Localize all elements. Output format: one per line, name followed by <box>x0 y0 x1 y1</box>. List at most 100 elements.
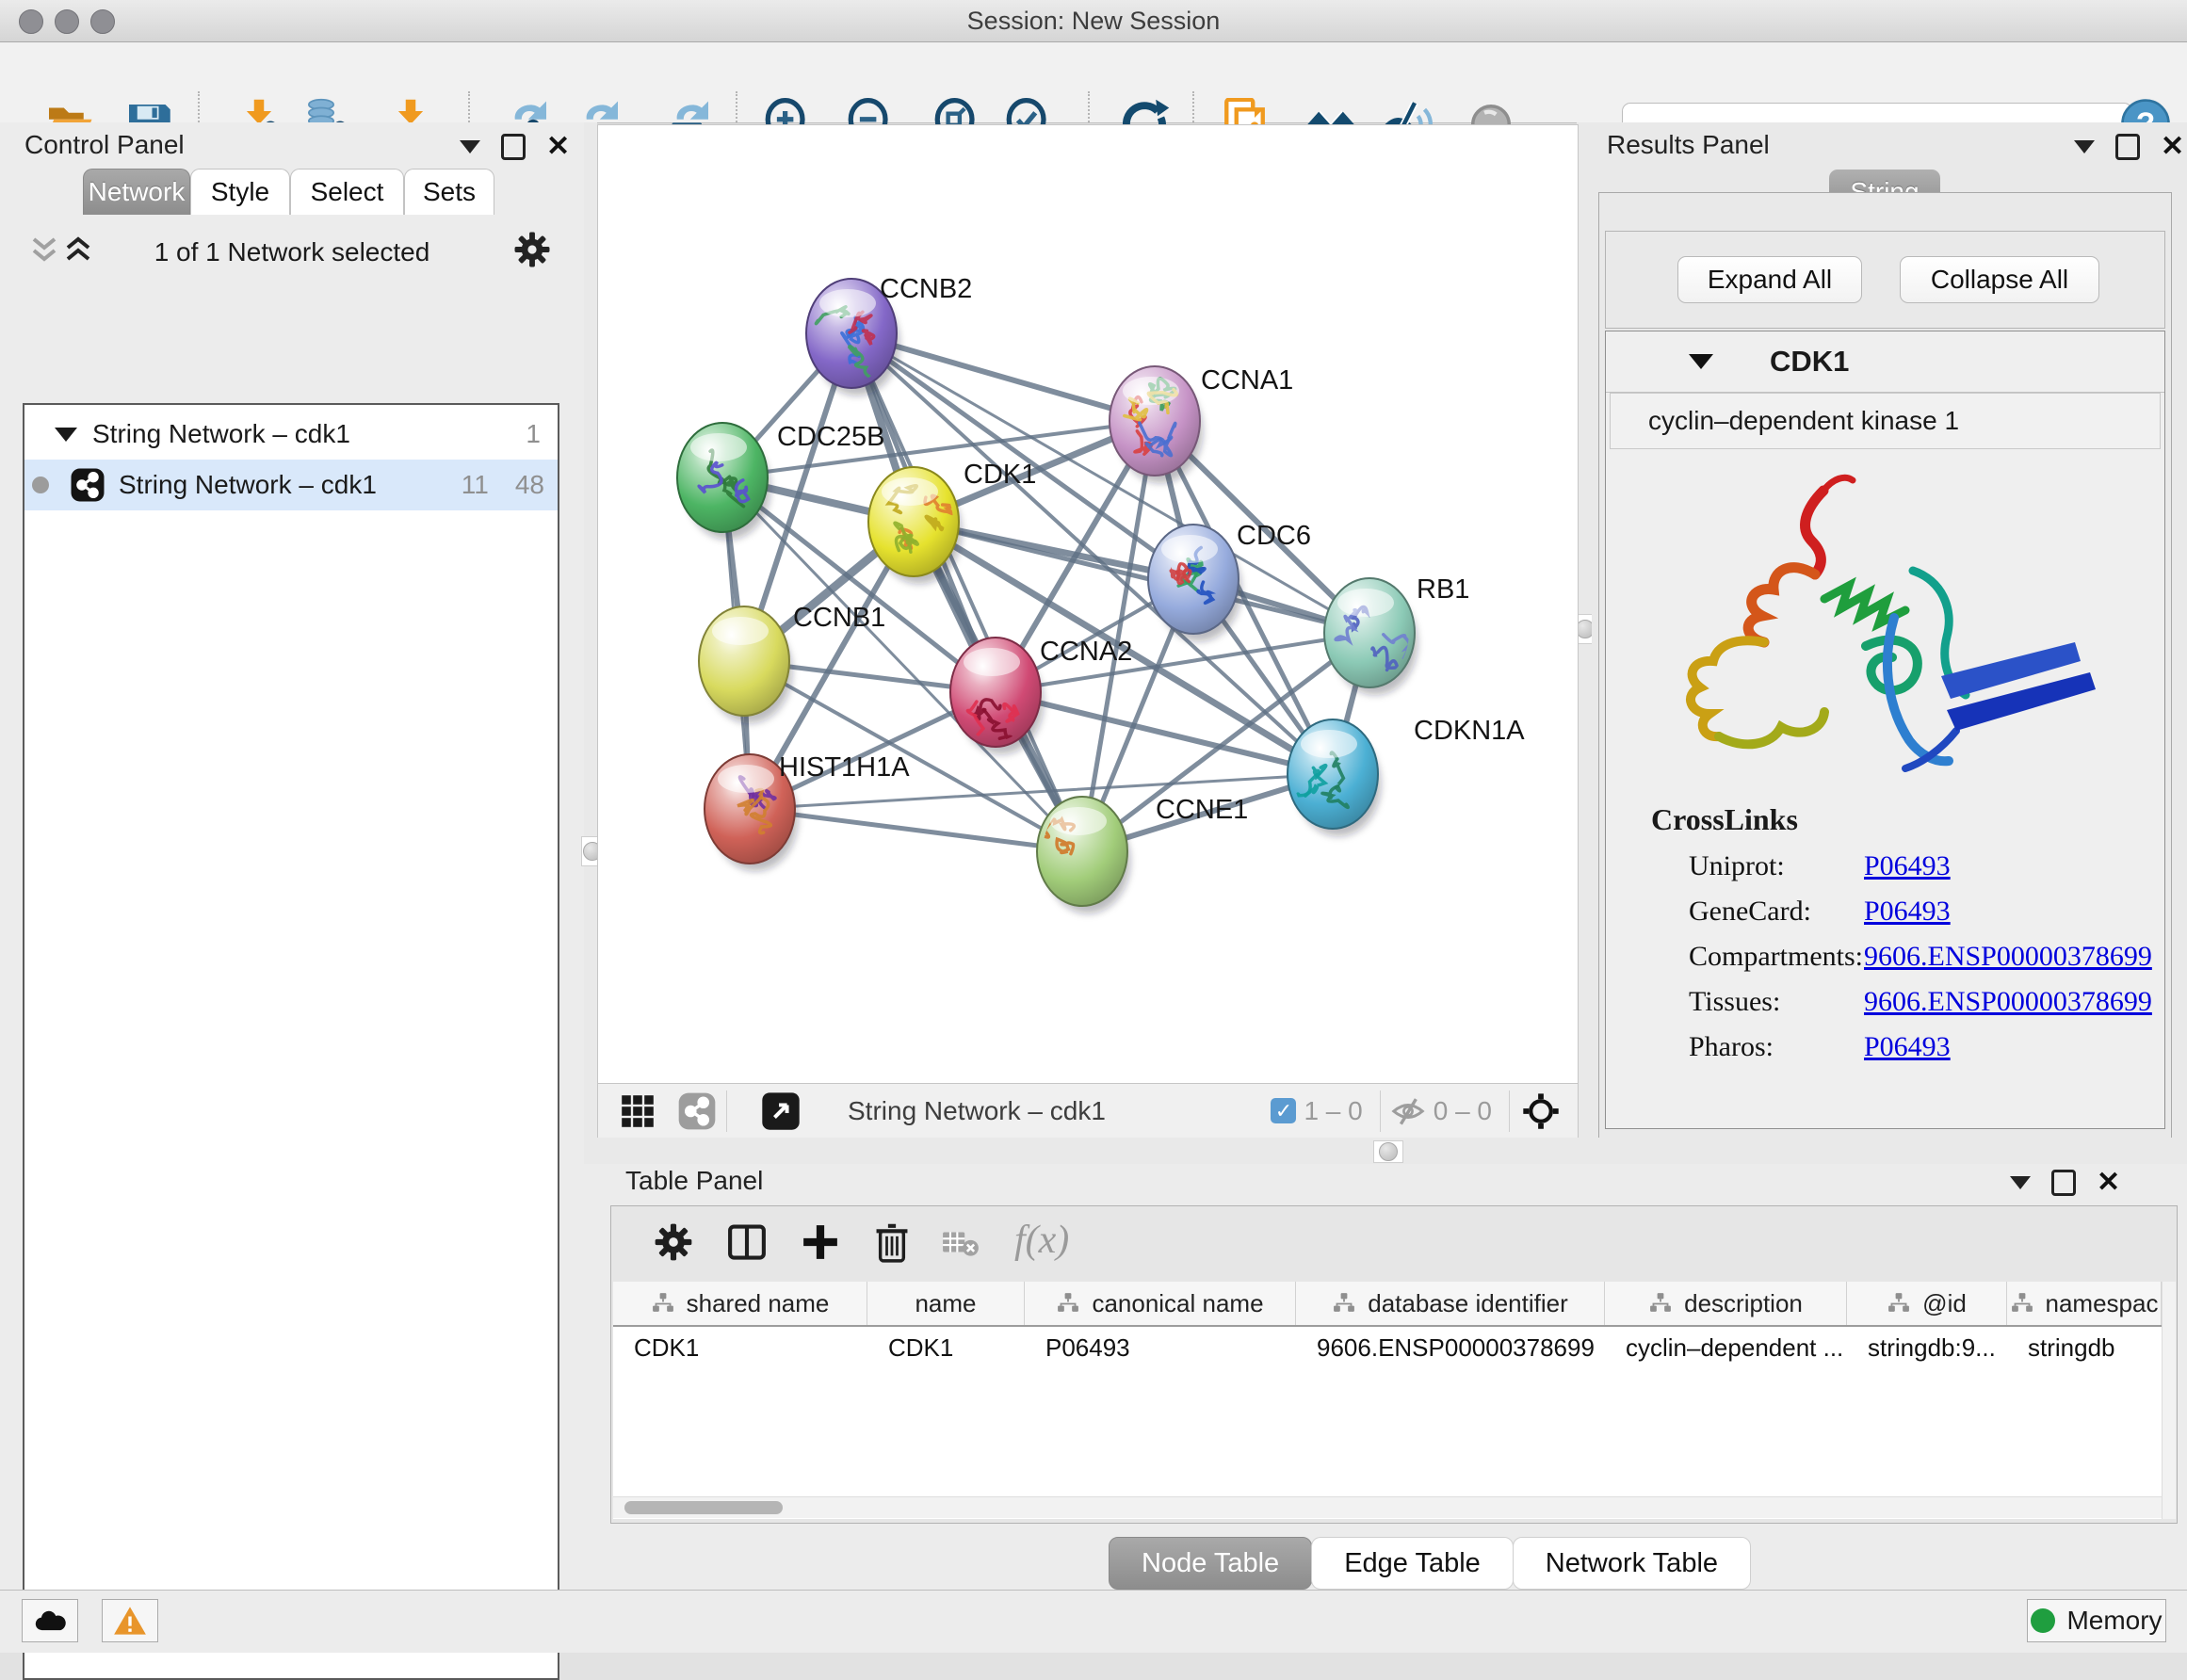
node-label: CCNB1 <box>793 603 885 633</box>
table-cell[interactable]: 9606.ENSP00000378699 <box>1296 1333 1605 1363</box>
main-toolbar: ? <box>0 42 2187 123</box>
node-count: 11 <box>462 470 489 500</box>
memory-label: Memory <box>2066 1606 2162 1636</box>
column-type-icon <box>1648 1291 1673 1316</box>
warnings-button[interactable] <box>102 1599 158 1642</box>
network-node-CDK1[interactable]: CDK1 <box>868 460 1036 584</box>
crosslink-row: Compartments:9606.ENSP00000378699 <box>1689 941 2164 973</box>
crosslink-label: GeneCard: <box>1689 896 1864 928</box>
control-panel-close-icon[interactable]: ✕ <box>546 137 570 157</box>
network-edge[interactable] <box>750 809 1082 851</box>
node-label: CCNB2 <box>880 274 972 304</box>
cloud-button[interactable] <box>22 1599 78 1642</box>
memory-button[interactable]: Memory <box>2027 1599 2166 1642</box>
network-node-CCNB2[interactable]: CCNB2 <box>806 274 972 396</box>
crosslink-link[interactable]: P06493 <box>1864 1031 1951 1063</box>
control-tab-select[interactable]: Select <box>290 169 404 215</box>
table-panel-title: Table Panel <box>625 1166 763 1196</box>
node-label: RB1 <box>1417 574 1469 605</box>
birds-eye-view-icon[interactable] <box>619 1092 656 1130</box>
node-label: CDC6 <box>1237 521 1311 551</box>
crosslink-link[interactable]: P06493 <box>1864 896 1951 928</box>
expand-all-button[interactable]: Expand All <box>1677 256 1862 303</box>
collapse-all-button[interactable]: Collapse All <box>1900 256 2099 303</box>
column-header-database-identifier[interactable]: database identifier <box>1296 1282 1605 1325</box>
network-node-CDKN1A[interactable]: CDKN1A <box>1288 716 1525 836</box>
table-panel-float-icon[interactable] <box>2051 1170 2076 1196</box>
table-tab-node-table[interactable]: Node Table <box>1109 1537 1312 1590</box>
string-app-icon <box>70 467 105 503</box>
node-label: CCNA2 <box>1040 637 1132 667</box>
hidden-counter: 0 – 0 <box>1434 1096 1492 1126</box>
status-bar: Memory <box>0 1590 2187 1653</box>
cdk1-expander-icon[interactable] <box>1689 354 1713 369</box>
control-tab-network[interactable]: Network <box>83 169 190 215</box>
center-view-crosshair-icon[interactable] <box>1519 1090 1563 1133</box>
control-panel-float-icon[interactable] <box>501 134 526 160</box>
horizontal-splitter-handle[interactable] <box>1373 1140 1403 1163</box>
network-node-RB1[interactable]: RB1 <box>1324 574 1469 695</box>
node-label: CCNE1 <box>1156 795 1248 825</box>
column-header-namespac[interactable]: namespac <box>2007 1282 2162 1325</box>
column-header--id[interactable]: @id <box>1847 1282 2007 1325</box>
table-panel-menu-icon[interactable] <box>2010 1176 2031 1189</box>
column-header-name[interactable]: name <box>867 1282 1025 1325</box>
table-v-scrollbar[interactable] <box>2162 1282 2176 1519</box>
column-type-icon <box>1332 1291 1356 1316</box>
crosslink-row: Pharos:P06493 <box>1689 1031 2164 1063</box>
table-tab-edge-table[interactable]: Edge Table <box>1311 1537 1514 1590</box>
table-cell[interactable]: CDK1 <box>613 1333 867 1363</box>
detach-view-icon[interactable] <box>761 1091 801 1131</box>
network-collection-row[interactable]: String Network – cdk1 1 <box>24 409 558 460</box>
control-panel-title: Control Panel <box>24 130 185 160</box>
network-node-CCNA2[interactable]: CCNA2 <box>950 637 1132 754</box>
crosslink-label: Uniprot: <box>1689 850 1864 882</box>
control-panel: Control Panel ✕ NetworkStyleSelectSets 1… <box>0 122 585 1590</box>
string-network-gray-icon[interactable] <box>677 1091 717 1131</box>
table-cell[interactable]: cyclin–dependent ... <box>1605 1333 1847 1363</box>
network-node-CDC6[interactable]: CDC6 <box>1148 521 1311 641</box>
table-cell[interactable]: P06493 <box>1025 1333 1296 1363</box>
column-header-description[interactable]: description <box>1605 1282 1847 1325</box>
crosslink-link[interactable]: P06493 <box>1864 850 1951 882</box>
table-tab-network-table[interactable]: Network Table <box>1513 1537 1751 1590</box>
results-panel-menu-icon[interactable] <box>2074 140 2095 153</box>
network-node-CCNB1[interactable]: CCNB1 <box>699 603 885 723</box>
table-h-scrollbar[interactable] <box>613 1496 2162 1518</box>
table-cell[interactable]: CDK1 <box>867 1333 1025 1363</box>
column-header-canonical-name[interactable]: canonical name <box>1025 1282 1296 1325</box>
show-columns-icon[interactable] <box>726 1221 768 1263</box>
network-node-CCNE1[interactable]: CCNE1 <box>1034 795 1248 913</box>
selected-nodes-checkbox[interactable]: ✓ <box>1271 1098 1296 1123</box>
table-h-scrollbar-thumb[interactable] <box>624 1501 783 1514</box>
collection-count: 1 <box>526 419 541 449</box>
results-panel-float-icon[interactable] <box>2115 134 2140 160</box>
network-selection-status: 1 of 1 Network selected <box>0 237 584 267</box>
results-panel-close-icon[interactable]: ✕ <box>2161 137 2184 157</box>
left-splitter[interactable] <box>584 122 597 1138</box>
column-type-icon <box>651 1291 675 1316</box>
control-panel-menu-icon[interactable] <box>460 140 480 153</box>
network-canvas[interactable]: CCNB2CCNA1CDC25BCDK1CDC6RB1CCNB1CCNA2CDK… <box>597 124 1579 1085</box>
network-node-HIST1H1A[interactable]: HIST1H1A <box>705 752 910 871</box>
create-column-icon[interactable] <box>800 1221 841 1263</box>
protein-structure-image <box>1630 458 2139 797</box>
tree-expander-icon[interactable] <box>55 428 77 442</box>
warning-icon <box>113 1606 147 1636</box>
control-tab-style[interactable]: Style <box>190 169 290 215</box>
network-options-gear-icon[interactable] <box>512 230 552 269</box>
edge-count: 48 <box>515 470 544 500</box>
hidden-elements-icon[interactable] <box>1390 1093 1426 1129</box>
column-header-shared-name[interactable]: shared name <box>613 1282 867 1325</box>
network-row-selected[interactable]: String Network – cdk1 11 48 <box>24 460 558 510</box>
table-row[interactable]: CDK1CDK1P064939606.ENSP00000378699cyclin… <box>613 1327 2162 1368</box>
crosslink-link[interactable]: 9606.ENSP00000378699 <box>1864 986 2152 1018</box>
table-cell[interactable]: stringdb <box>2007 1333 2162 1363</box>
table-cell[interactable]: stringdb:9... <box>1847 1333 2007 1363</box>
control-tab-sets[interactable]: Sets <box>404 169 494 215</box>
crosslink-link[interactable]: 9606.ENSP00000378699 <box>1864 941 2152 973</box>
table-panel-close-icon[interactable]: ✕ <box>2097 1172 2120 1193</box>
table-options-gear-icon[interactable] <box>653 1221 694 1263</box>
current-network-dot-icon <box>32 477 49 493</box>
delete-column-icon[interactable] <box>871 1220 913 1265</box>
